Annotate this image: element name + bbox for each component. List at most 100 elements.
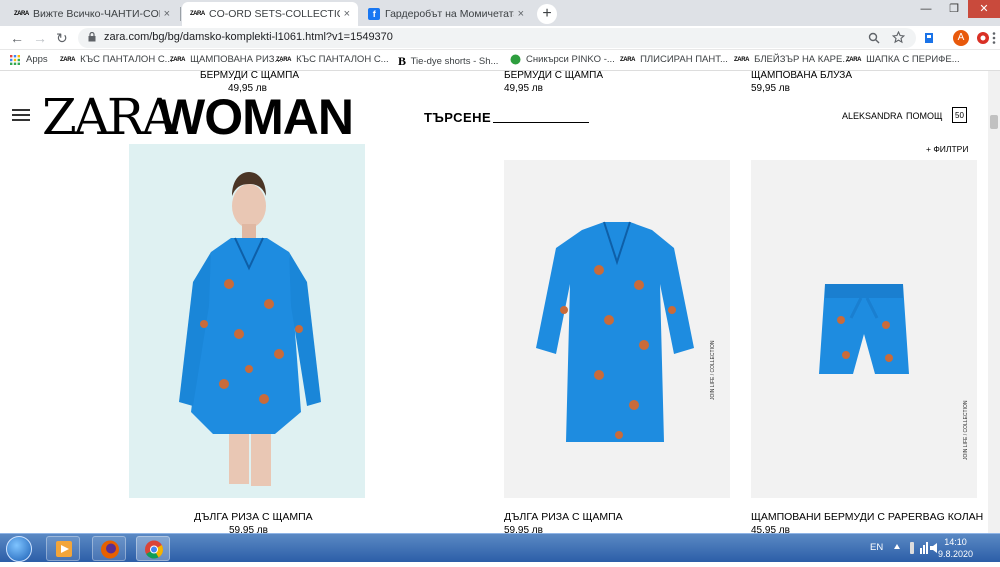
address-bar[interactable]: zara.com/bg/bg/damsko-komplekti-l1061.ht…	[78, 28, 916, 48]
close-tab-icon[interactable]: ×	[164, 8, 170, 20]
tab-bar: ZARA Вижте Всичко-ЧАНТИ-COLLECT × ZARA C…	[0, 0, 1000, 26]
tab-divider	[180, 7, 181, 21]
b-favicon-icon: B	[398, 54, 406, 68]
scrollbar-thumb[interactable]	[990, 115, 998, 129]
prev-product[interactable]: БЕРМУДИ С ЩАМПА 49,95 лв	[504, 71, 603, 94]
product-image-shorts[interactable]: JOIN LIFE / COLLECTION	[751, 160, 977, 498]
menu-hamburger-icon[interactable]	[12, 109, 30, 121]
tab-title: Вижте Всичко-ЧАНТИ-COLLECT	[33, 8, 160, 20]
zara-favicon-icon: ZARA	[620, 56, 636, 63]
taskbar-firefox[interactable]	[92, 536, 126, 561]
minimize-button[interactable]: —	[912, 0, 940, 18]
bookmark-label: Tie-dye shorts - Sh...	[410, 56, 499, 67]
bookmark-item[interactable]: ZARA КЪС ПАНТАЛОН С...	[60, 54, 173, 65]
pinko-leaf-icon	[510, 54, 521, 65]
star-bookmark-icon[interactable]	[892, 31, 905, 44]
account-link[interactable]: ALEKSANDRA	[842, 111, 903, 121]
profile-avatar[interactable]: A	[953, 30, 969, 46]
chrome-icon	[145, 540, 163, 559]
tab-coord-sets[interactable]: ZARA CO-ORD SETS-COLLECTION-WO ×	[182, 2, 358, 26]
product-title[interactable]: ДЪЛГА РИЗА С ЩАМПА	[504, 511, 623, 523]
lock-icon[interactable]	[88, 32, 96, 42]
close-tab-icon[interactable]: ×	[518, 8, 524, 20]
back-button[interactable]: ←	[10, 29, 24, 47]
extension-icon[interactable]	[924, 32, 934, 44]
product-price: 49,95 лв	[504, 83, 543, 94]
page-scrollbar[interactable]	[988, 71, 1000, 533]
reload-button[interactable]: ↻	[56, 29, 68, 47]
media-player-icon	[56, 541, 72, 557]
model-shirt-illustration	[179, 172, 321, 486]
facebook-favicon-icon: f	[368, 8, 380, 20]
search-link[interactable]: ТЪРСЕНЕ	[424, 110, 491, 125]
shopping-bag-icon[interactable]: 50	[952, 107, 967, 123]
bookmark-item[interactable]: ZARA ЩАМПОВАНА РИЗ...	[170, 54, 282, 65]
tab-zara-bags[interactable]: ZARA Вижте Всичко-ЧАНТИ-COLLECT ×	[6, 2, 178, 26]
zara-logo[interactable]: ZARA	[42, 89, 178, 145]
join-life-tag: JOIN LIFE / COLLECTION	[710, 340, 716, 400]
search-underline	[493, 122, 589, 123]
taskbar-media-player[interactable]	[46, 536, 80, 561]
shorts-illustration	[819, 284, 909, 374]
tab-facebook-wardrobe[interactable]: f Гардеробът на Момичетата ×	[360, 2, 532, 26]
bookmark-item[interactable]: ZARA КЪС ПАНТАЛОН С...	[276, 54, 389, 65]
zara-favicon-icon: ZARA	[170, 56, 186, 63]
bookmark-label: Apps	[26, 54, 48, 65]
close-window-button[interactable]: ✕	[968, 0, 1000, 18]
bookmark-label: ШАПКА С ПЕРИФЕ...	[866, 54, 960, 65]
bookmark-item[interactable]: ZARA ШАПКА С ПЕРИФЕ...	[846, 54, 960, 65]
bookmark-label: Сникърси PINKO -...	[526, 54, 615, 65]
zara-favicon-icon: ZARA	[14, 11, 29, 17]
product-title: ЩАМПОВАНА БЛУЗА	[751, 71, 852, 81]
bookmark-item[interactable]: ZARA БЛЕЙЗЪР НА КАРЕ...	[734, 54, 850, 65]
windows-taskbar: EN 14:10 9.8.2020	[0, 533, 1000, 562]
apps-grid-icon	[10, 54, 20, 65]
product-price: 59,95 лв	[504, 525, 543, 533]
forward-button[interactable]: →	[33, 29, 47, 47]
close-tab-icon[interactable]: ×	[344, 8, 350, 20]
product-title: БЕРМУДИ С ЩАМПА	[200, 71, 299, 81]
maximize-button[interactable]: ❐	[940, 0, 968, 18]
product-image-shirt[interactable]: JOIN LIFE / COLLECTION	[504, 160, 730, 498]
product-title[interactable]: ДЪЛГА РИЗА С ЩАМПА	[194, 511, 313, 523]
network-icon[interactable]	[920, 542, 928, 554]
bookmark-apps[interactable]: Apps	[10, 54, 48, 65]
zara-favicon-icon: ZARA	[276, 56, 292, 63]
product-price: 59,95 лв	[229, 525, 268, 533]
bookmark-label: КЪС ПАНТАЛОН С...	[80, 54, 173, 65]
bookmark-label: КЪС ПАНТАЛОН С...	[296, 54, 389, 65]
tab-title: CO-ORD SETS-COLLECTION-WO	[209, 8, 340, 20]
taskbar-chrome[interactable]	[136, 536, 170, 561]
bookmark-item[interactable]: Сникърси PINKO -...	[510, 54, 615, 65]
start-button[interactable]	[6, 536, 32, 562]
help-link[interactable]: ПОМОЩ	[906, 111, 942, 121]
shirt-illustration	[536, 221, 694, 442]
product-title: БЕРМУДИ С ЩАМПА	[504, 71, 603, 81]
opera-extension-icon[interactable]	[976, 31, 990, 45]
clock-date: 9.8.2020	[938, 549, 974, 559]
bookmark-label: БЛЕЙЗЪР НА КАРЕ...	[754, 54, 851, 65]
filters-button[interactable]: + ФИЛТРИ	[926, 144, 968, 154]
product-title[interactable]: ЩАМПОВАНИ БЕРМУДИ С PAPERBAG КОЛАН	[751, 511, 983, 523]
usb-device-icon[interactable]	[908, 542, 916, 554]
prev-product[interactable]: ЩАМПОВАНА БЛУЗА 59,95 лв	[751, 71, 852, 94]
firefox-icon	[101, 540, 119, 559]
kebab-menu-icon[interactable]	[992, 31, 996, 45]
bookmark-item[interactable]: B Tie-dye shorts - Sh...	[398, 54, 498, 69]
tray-arrow-icon[interactable]	[893, 543, 901, 553]
new-tab-button[interactable]: +	[537, 4, 557, 24]
url-text: zara.com/bg/bg/damsko-komplekti-l1061.ht…	[104, 31, 393, 43]
join-life-tag: JOIN LIFE / COLLECTION	[963, 400, 969, 460]
woman-section-logo[interactable]: WOMAN	[158, 89, 354, 145]
product-image-model[interactable]	[129, 144, 365, 498]
product-price: 45,95 лв	[751, 525, 790, 533]
zara-favicon-icon: ZARA	[60, 56, 76, 63]
bookmark-item[interactable]: ZARA ПЛИСИРАН ПАНТ...	[620, 54, 728, 65]
system-clock[interactable]: 14:10 9.8.2020	[938, 536, 973, 560]
zara-favicon-icon: ZARA	[190, 11, 205, 17]
product-price: 59,95 лв	[751, 83, 790, 94]
language-indicator[interactable]: EN	[870, 542, 883, 553]
zara-product-page: БЕРМУДИ С ЩАМПА 49,95 лв БЕРМУДИ С ЩАМПА…	[0, 71, 1000, 533]
bookmark-label: ЩАМПОВАНА РИЗ...	[190, 54, 283, 65]
search-icon[interactable]	[868, 32, 880, 44]
